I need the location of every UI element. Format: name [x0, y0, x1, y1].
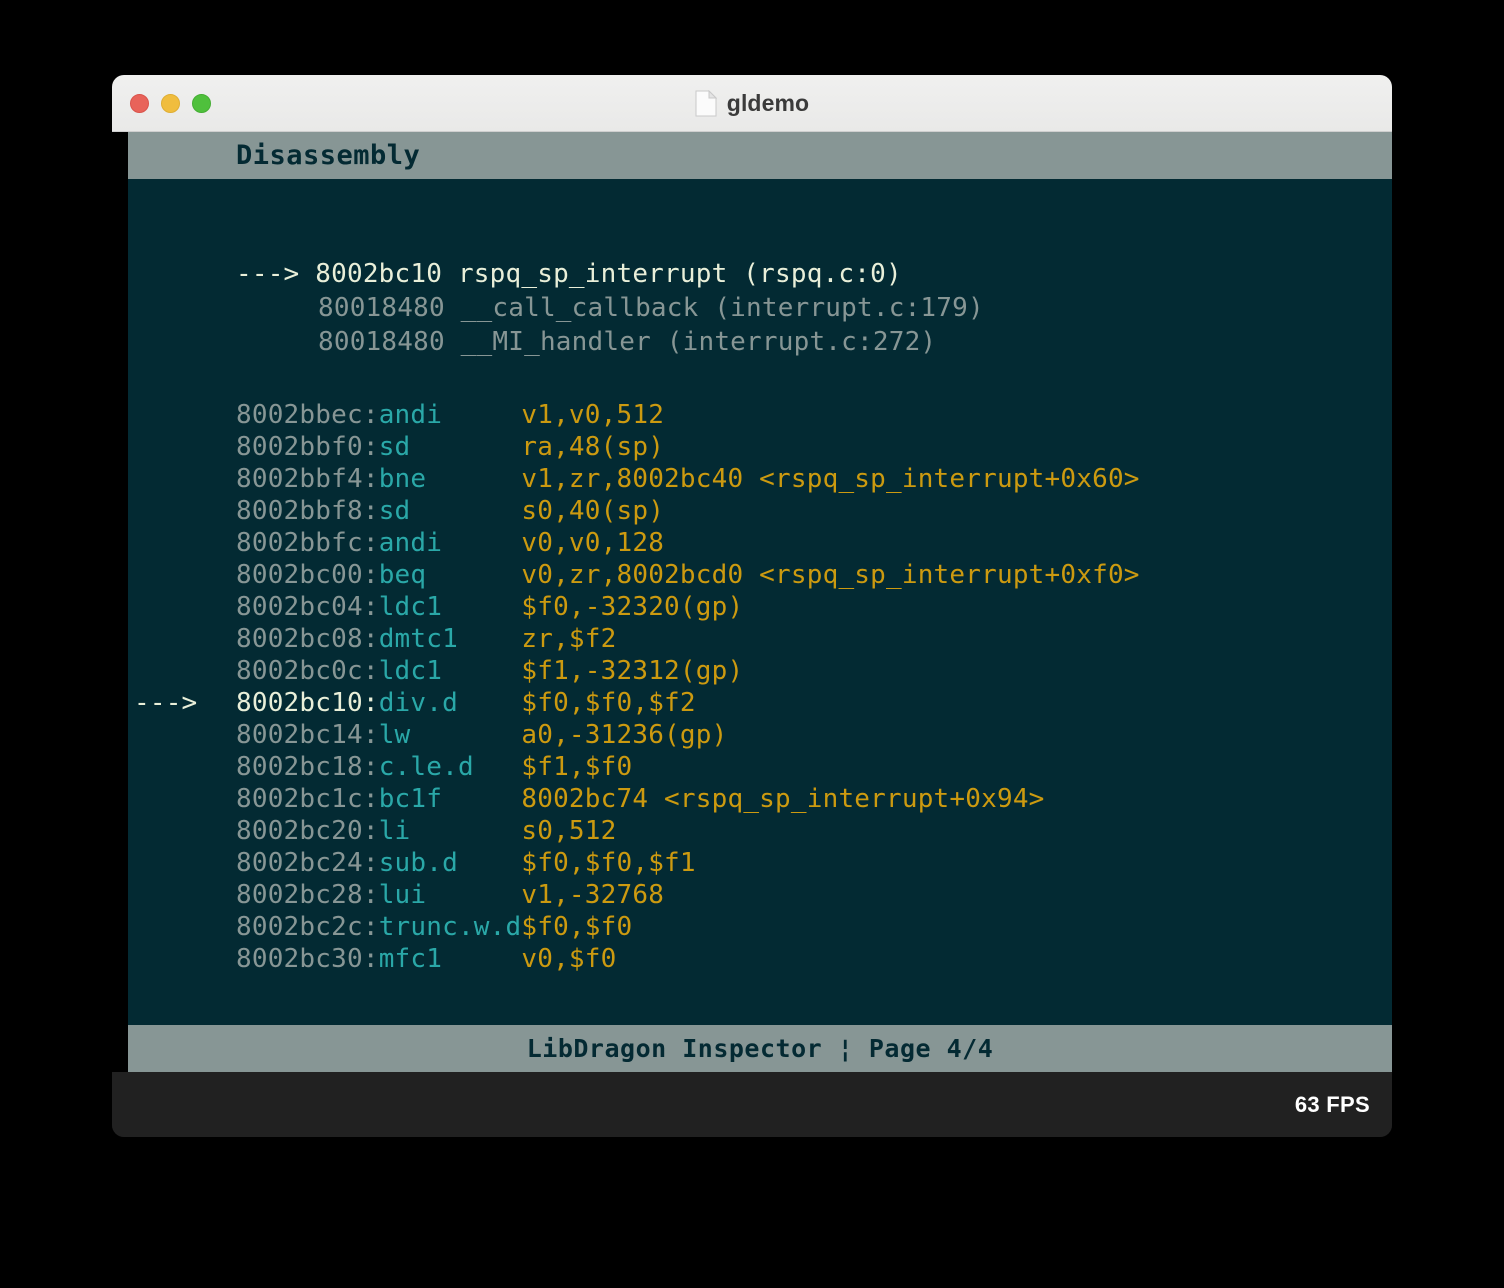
- instruction-operands: $f0,$f0,$f2: [521, 688, 696, 718]
- inspector-footer-bar: LibDragon Inspector ¦ Page 4/4: [128, 1025, 1392, 1072]
- instruction-mnemonic: li: [378, 816, 522, 846]
- disassembly-row[interactable]: 8002bc20: li s0,512: [128, 815, 1392, 847]
- screenshot-root: gldemo Disassembly ---> 8002bc10 rspq_sp…: [0, 0, 1504, 1288]
- disassembly-row[interactable]: 8002bc24: sub.d $f0,$f0,$f1: [128, 847, 1392, 879]
- instruction-address: 8002bc04:: [236, 592, 379, 622]
- instruction-mnemonic: sd: [378, 496, 522, 526]
- disassembly-row[interactable]: 8002bc00: beq v0,zr,8002bcd0 <rspq_sp_in…: [128, 559, 1392, 591]
- disassembly-row[interactable]: 8002bc08: dmtc1 zr,$f2: [128, 623, 1392, 655]
- disassembly-row[interactable]: 8002bc28: lui v1,-32768: [128, 879, 1392, 911]
- emulator-viewport: Disassembly ---> 8002bc10 rspq_sp_interr…: [112, 132, 1392, 1072]
- instruction-address: 8002bc0c:: [236, 656, 379, 686]
- disassembly-listing: 8002bbec: andi v1,v0,512 8002bbf0: sd ra…: [128, 399, 1392, 975]
- instruction-mnemonic: sd: [378, 432, 522, 462]
- window-title: gldemo: [726, 89, 810, 116]
- footer-status-text: LibDragon Inspector ¦ Page 4/4: [526, 1034, 994, 1063]
- disassembly-row[interactable]: 8002bc2c: trunc.w.d $f0,$f0: [128, 911, 1392, 943]
- instruction-address: 8002bc18:: [236, 752, 379, 782]
- instruction-operands: s0,40(sp): [521, 496, 665, 526]
- instruction-operands: v1,-32768: [521, 880, 665, 910]
- instruction-mnemonic: div.d: [378, 688, 522, 718]
- instruction-operands: $f0,-32320(gp): [521, 592, 744, 622]
- instruction-operands: v1,zr,8002bc40 <rspq_sp_interrupt+0x60>: [521, 464, 1140, 494]
- instruction-operands: s0,512: [521, 816, 617, 846]
- instruction-address: 8002bc20:: [236, 816, 379, 846]
- instruction-address: 8002bc28:: [236, 880, 379, 910]
- instruction-mnemonic: ldc1: [378, 592, 522, 622]
- instruction-operands: v0,$f0: [521, 944, 617, 974]
- disassembly-row[interactable]: 8002bc30: mfc1 v0,$f0: [128, 943, 1392, 975]
- disassembly-row[interactable]: 8002bbec: andi v1,v0,512: [128, 399, 1392, 431]
- instruction-operands: v0,zr,8002bcd0 <rspq_sp_interrupt+0xf0>: [521, 560, 1140, 590]
- instruction-mnemonic: ldc1: [378, 656, 522, 686]
- instruction-operands: $f0,$f0: [521, 912, 633, 942]
- disassembly-row-current[interactable]: ---> 8002bc10: div.d $f0,$f0,$f2: [128, 687, 1392, 719]
- instruction-operands: ra,48(sp): [521, 432, 665, 462]
- disassembly-row[interactable]: 8002bbf4: bne v1,zr,8002bc40 <rspq_sp_in…: [128, 463, 1392, 495]
- minimize-button-icon[interactable]: [161, 93, 180, 113]
- instruction-address: 8002bc30:: [236, 944, 379, 974]
- instruction-mnemonic: lw: [378, 720, 522, 750]
- disassembly-row[interactable]: 8002bc0c: ldc1 $f1,-32312(gp): [128, 655, 1392, 687]
- inspector-header-bar: Disassembly: [128, 132, 1392, 179]
- disassembly-row[interactable]: 8002bbfc: andi v0,v0,128: [128, 527, 1392, 559]
- app-window: gldemo Disassembly ---> 8002bc10 rspq_sp…: [112, 75, 1392, 1137]
- current-pc-arrow: --->: [134, 688, 214, 718]
- instruction-address: 8002bc10:: [236, 688, 379, 718]
- inspector-body: ---> 8002bc10 rspq_sp_interrupt (rspq.c:…: [128, 179, 1392, 1025]
- instruction-mnemonic: sub.d: [378, 848, 522, 878]
- disassembly-row[interactable]: 8002bbf8: sd s0,40(sp): [128, 495, 1392, 527]
- instruction-address: 8002bbf0:: [236, 432, 379, 462]
- window-traffic-lights: [130, 75, 211, 131]
- disassembly-row[interactable]: 8002bc1c: bc1f 8002bc74 <rspq_sp_interru…: [128, 783, 1392, 815]
- instruction-address: 8002bbf4:: [236, 464, 379, 494]
- instruction-mnemonic: trunc.w.d: [378, 912, 522, 942]
- document-icon: [695, 89, 718, 117]
- instruction-address: 8002bbfc:: [236, 528, 379, 558]
- callstack-frame-current[interactable]: ---> 8002bc10 rspq_sp_interrupt (rspq.c:…: [128, 257, 1392, 291]
- window-title-group: gldemo: [112, 75, 1392, 131]
- window-statusbar: 63 FPS: [112, 1072, 1392, 1137]
- instruction-operands: v0,v0,128: [521, 528, 665, 558]
- disassembly-row[interactable]: 8002bc14: lw a0,-31236(gp): [128, 719, 1392, 751]
- instruction-operands: zr,$f2: [521, 624, 617, 654]
- instruction-mnemonic: mfc1: [378, 944, 522, 974]
- callstack-frame[interactable]: 80018480 __MI_handler (interrupt.c:272): [128, 325, 1392, 359]
- instruction-address: 8002bc00:: [236, 560, 379, 590]
- callstack-list: ---> 8002bc10 rspq_sp_interrupt (rspq.c:…: [128, 257, 1392, 359]
- page-title: Disassembly: [236, 140, 421, 171]
- instruction-address: 8002bc08:: [236, 624, 379, 654]
- window-titlebar[interactable]: gldemo: [112, 75, 1392, 132]
- callstack-frame[interactable]: 80018480 __call_callback (interrupt.c:17…: [128, 291, 1392, 325]
- instruction-mnemonic: andi: [378, 528, 522, 558]
- instruction-address: 8002bc1c:: [236, 784, 379, 814]
- close-button-icon[interactable]: [130, 93, 149, 113]
- instruction-operands: a0,-31236(gp): [521, 720, 728, 750]
- instruction-mnemonic: lui: [378, 880, 522, 910]
- instruction-mnemonic: dmtc1: [378, 624, 522, 654]
- instruction-address: 8002bbec:: [236, 400, 379, 430]
- inspector-screen: Disassembly ---> 8002bc10 rspq_sp_interr…: [128, 132, 1392, 1072]
- instruction-operands: $f1,$f0: [521, 752, 633, 782]
- maximize-button-icon[interactable]: [192, 93, 211, 113]
- instruction-address: 8002bc24:: [236, 848, 379, 878]
- fps-counter: 63 FPS: [1294, 1091, 1370, 1117]
- instruction-address: 8002bc2c:: [236, 912, 379, 942]
- disassembly-row[interactable]: 8002bc18: c.le.d $f1,$f0: [128, 751, 1392, 783]
- instruction-operands: v1,v0,512: [521, 400, 665, 430]
- disassembly-row[interactable]: 8002bbf0: sd ra,48(sp): [128, 431, 1392, 463]
- instruction-address: 8002bc14:: [236, 720, 379, 750]
- instruction-operands: $f1,-32312(gp): [521, 656, 744, 686]
- disassembly-row[interactable]: 8002bc04: ldc1 $f0,-32320(gp): [128, 591, 1392, 623]
- instruction-operands: 8002bc74 <rspq_sp_interrupt+0x94>: [521, 784, 1045, 814]
- instruction-address: 8002bbf8:: [236, 496, 379, 526]
- instruction-mnemonic: andi: [378, 400, 522, 430]
- instruction-mnemonic: bne: [378, 464, 522, 494]
- instruction-mnemonic: beq: [378, 560, 522, 590]
- instruction-mnemonic: bc1f: [378, 784, 522, 814]
- instruction-mnemonic: c.le.d: [378, 752, 522, 782]
- instruction-operands: $f0,$f0,$f1: [521, 848, 696, 878]
